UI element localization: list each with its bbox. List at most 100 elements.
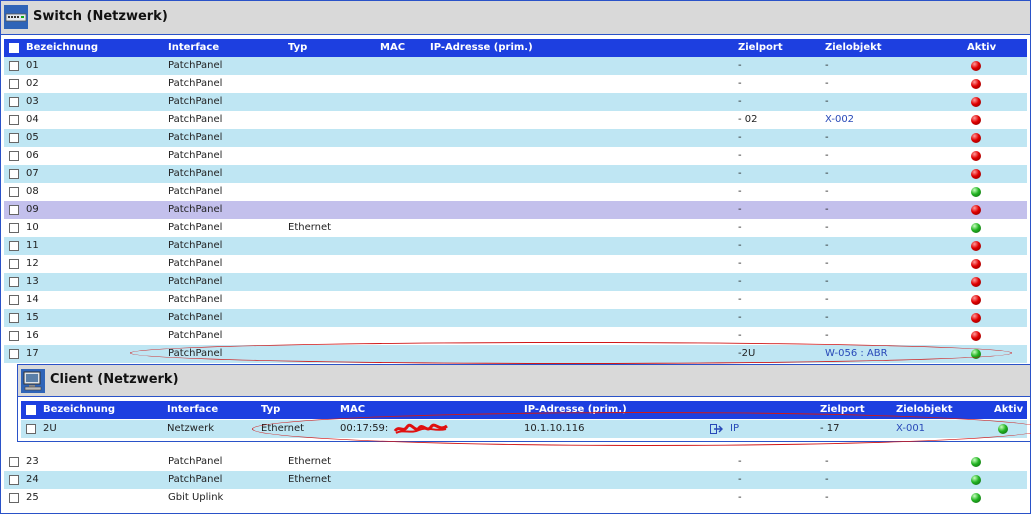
status-indicator: [971, 115, 981, 125]
table-row[interactable]: 12 PatchPanel - -: [4, 255, 1027, 273]
row-checkbox[interactable]: [9, 115, 19, 125]
table-row[interactable]: 04 PatchPanel - 02 X-002: [4, 111, 1027, 129]
status-indicator: [971, 187, 981, 197]
row-zielport: -: [738, 222, 742, 233]
row-zielport: -: [738, 312, 742, 323]
status-indicator: [998, 424, 1008, 434]
row-zielport: -: [738, 186, 742, 197]
row-checkbox[interactable]: [9, 295, 19, 305]
row-checkbox[interactable]: [9, 79, 19, 89]
client-col-ip[interactable]: IP-Adresse (prim.): [524, 401, 627, 419]
table-row[interactable]: 02 PatchPanel - -: [4, 75, 1027, 93]
row-interface: PatchPanel: [168, 78, 223, 89]
row-zielobjekt[interactable]: W-056 : ABR: [825, 345, 888, 363]
client-interface: Netzwerk: [167, 423, 215, 434]
row-name: 11: [26, 240, 39, 251]
row-name: 01: [26, 60, 39, 71]
col-ip[interactable]: IP-Adresse (prim.): [430, 39, 533, 57]
login-arrow-icon[interactable]: [710, 424, 724, 434]
table-row[interactable]: 07 PatchPanel - -: [4, 165, 1027, 183]
col-aktiv[interactable]: Aktiv: [967, 39, 996, 57]
row-zielobjekt: -: [825, 186, 829, 197]
ip-link[interactable]: IP: [730, 420, 739, 438]
row-interface: PatchPanel: [168, 60, 223, 71]
row-checkbox[interactable]: [9, 259, 19, 269]
client-table-row[interactable]: 2U Netzwerk Ethernet 00:17:59: 10.1.10.1…: [21, 420, 1027, 438]
client-col-bezeichnung[interactable]: Bezeichnung: [43, 401, 115, 419]
client-name: 2U: [43, 423, 57, 434]
row-checkbox[interactable]: [9, 349, 19, 359]
col-zielport[interactable]: Zielport: [738, 39, 783, 57]
row-checkbox[interactable]: [9, 313, 19, 323]
table-row[interactable]: 24 PatchPanel Ethernet - -: [4, 471, 1027, 489]
status-indicator: [971, 295, 981, 305]
client-select-all-checkbox[interactable]: [26, 405, 36, 415]
client-col-typ[interactable]: Typ: [261, 401, 280, 419]
table-row[interactable]: 15 PatchPanel - -: [4, 309, 1027, 327]
row-zielobjekt: -: [825, 312, 829, 323]
row-zielobjekt: -: [825, 474, 829, 485]
row-checkbox[interactable]: [9, 133, 19, 143]
row-interface: PatchPanel: [168, 150, 223, 161]
table-row[interactable]: 08 PatchPanel - -: [4, 183, 1027, 201]
col-interface[interactable]: Interface: [168, 39, 219, 57]
table-row[interactable]: 06 PatchPanel - -: [4, 147, 1027, 165]
row-checkbox[interactable]: [9, 151, 19, 161]
client-col-zielport[interactable]: Zielport: [820, 401, 865, 419]
select-all-checkbox[interactable]: [9, 43, 19, 53]
client-col-zielobjekt[interactable]: Zielobjekt: [896, 401, 953, 419]
table-row[interactable]: 09 PatchPanel - -: [4, 201, 1027, 219]
row-zielport: -: [738, 474, 742, 485]
row-zielobjekt[interactable]: X-002: [825, 111, 854, 129]
table-row[interactable]: 14 PatchPanel - -: [4, 291, 1027, 309]
row-name: 02: [26, 78, 39, 89]
col-bezeichnung[interactable]: Bezeichnung: [26, 39, 98, 57]
table-row[interactable]: 11 PatchPanel - -: [4, 237, 1027, 255]
client-ip: 10.1.10.116: [524, 423, 585, 434]
row-interface: PatchPanel: [168, 168, 223, 179]
row-interface: PatchPanel: [168, 186, 223, 197]
client-col-interface[interactable]: Interface: [167, 401, 218, 419]
row-checkbox[interactable]: [9, 61, 19, 71]
row-name: 03: [26, 96, 39, 107]
table-row[interactable]: 05 PatchPanel - -: [4, 129, 1027, 147]
row-zielobjekt: -: [825, 492, 829, 503]
table-row[interactable]: 23 PatchPanel Ethernet - -: [4, 453, 1027, 471]
row-checkbox[interactable]: [9, 169, 19, 179]
row-checkbox[interactable]: [9, 277, 19, 287]
row-zielport: -: [738, 456, 742, 467]
row-checkbox[interactable]: [9, 493, 19, 503]
row-checkbox[interactable]: [9, 331, 19, 341]
row-interface: PatchPanel: [168, 474, 223, 485]
row-checkbox[interactable]: [9, 457, 19, 467]
row-zielport: -: [738, 294, 742, 305]
row-zielobjekt: -: [825, 294, 829, 305]
table-row[interactable]: 25 Gbit Uplink - -: [4, 489, 1027, 507]
table-row[interactable]: 10 PatchPanel Ethernet - -: [4, 219, 1027, 237]
client-col-mac[interactable]: MAC: [340, 401, 365, 419]
row-checkbox[interactable]: [9, 475, 19, 485]
client-table-header: Bezeichnung Interface Typ MAC IP-Adresse…: [21, 401, 1027, 419]
row-interface: PatchPanel: [168, 312, 223, 323]
row-checkbox[interactable]: [9, 97, 19, 107]
col-zielobjekt[interactable]: Zielobjekt: [825, 39, 882, 57]
row-zielport: -: [738, 240, 742, 251]
row-interface: PatchPanel: [168, 294, 223, 305]
table-row[interactable]: 01 PatchPanel - -: [4, 57, 1027, 75]
row-zielport: -: [738, 78, 742, 89]
table-row[interactable]: 17 PatchPanel -2U W-056 : ABR: [4, 345, 1027, 363]
client-col-aktiv[interactable]: Aktiv: [994, 401, 1023, 419]
row-checkbox[interactable]: [9, 205, 19, 215]
row-checkbox[interactable]: [9, 241, 19, 251]
table-row[interactable]: 03 PatchPanel - -: [4, 93, 1027, 111]
col-mac[interactable]: MAC: [380, 39, 405, 57]
table-row[interactable]: 16 PatchPanel - -: [4, 327, 1027, 345]
row-checkbox[interactable]: [9, 187, 19, 197]
row-checkbox[interactable]: [9, 223, 19, 233]
col-typ[interactable]: Typ: [288, 39, 307, 57]
row-checkbox[interactable]: [26, 424, 36, 434]
row-zielobjekt: -: [825, 96, 829, 107]
client-zielobjekt-link[interactable]: X-001: [896, 420, 925, 438]
row-name: 04: [26, 114, 39, 125]
table-row[interactable]: 13 PatchPanel - -: [4, 273, 1027, 291]
